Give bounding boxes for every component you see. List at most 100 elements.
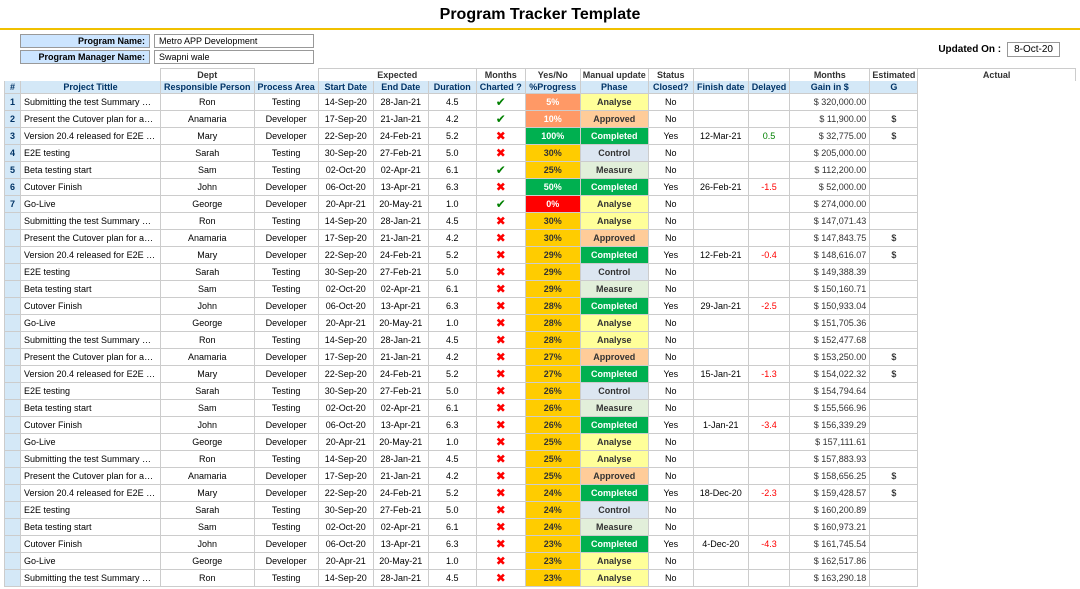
row-duration: 1.0: [428, 315, 476, 332]
row-num: [5, 468, 21, 485]
manager-label: Program Manager Name:: [20, 50, 150, 64]
row-end: 13-Apr-21: [373, 417, 428, 434]
row-num: [5, 434, 21, 451]
row-gain: $ 154,794.64: [790, 383, 870, 400]
row-title: Go-Live: [21, 315, 161, 332]
row-num: [5, 332, 21, 349]
row-charted: ✖: [476, 264, 525, 281]
col-group-row: Dept Expected Months Yes/No Manual updat…: [5, 69, 1076, 82]
row-gain: $ 149,388.39: [790, 264, 870, 281]
row-title: Beta testing start: [21, 519, 161, 536]
row-charted: ✖: [476, 451, 525, 468]
row-title: E2E testing: [21, 502, 161, 519]
row-finish: [693, 162, 748, 179]
row-end: 13-Apr-21: [373, 179, 428, 196]
row-phase: Completed: [580, 366, 648, 383]
row-charted: ✖: [476, 145, 525, 162]
row-area: Developer: [254, 128, 318, 145]
row-progress: 25%: [525, 451, 580, 468]
row-title: Go-Live: [21, 434, 161, 451]
row-num: 4: [5, 145, 21, 162]
row-person: Ron: [161, 570, 255, 587]
row-start: 30-Sep-20: [318, 145, 373, 162]
row-person: Anamaria: [161, 349, 255, 366]
row-start: 17-Sep-20: [318, 468, 373, 485]
row-progress: 100%: [525, 128, 580, 145]
row-start: 22-Sep-20: [318, 128, 373, 145]
row-person: Ron: [161, 332, 255, 349]
row-start: 06-Oct-20: [318, 298, 373, 315]
row-g: [870, 332, 918, 349]
row-duration: 5.0: [428, 145, 476, 162]
row-title: Beta testing start: [21, 162, 161, 179]
row-end: 20-May-21: [373, 196, 428, 213]
row-start: 20-Apr-21: [318, 315, 373, 332]
row-area: Testing: [254, 502, 318, 519]
row-duration: 5.0: [428, 383, 476, 400]
row-area: Testing: [254, 264, 318, 281]
row-gain: $ 32,775.00: [790, 128, 870, 145]
row-person: John: [161, 417, 255, 434]
row-title: Version 20.4 released for E2E (End to En…: [21, 485, 161, 502]
row-title: E2E testing: [21, 383, 161, 400]
row-phase: Completed: [580, 179, 648, 196]
row-gain: $ 154,022.32: [790, 366, 870, 383]
row-g: [870, 383, 918, 400]
row-person: Sam: [161, 400, 255, 417]
row-duration: 4.5: [428, 94, 476, 111]
updated-section: Updated On : 8-Oct-20: [938, 42, 1060, 57]
row-phase: Measure: [580, 281, 648, 298]
table-row: Beta testing startSamTesting02-Oct-2002-…: [5, 519, 1076, 536]
row-finish: [693, 553, 748, 570]
row-progress: 26%: [525, 383, 580, 400]
row-gain: $ 112,200.00: [790, 162, 870, 179]
row-gain: $ 148,616.07: [790, 247, 870, 264]
row-num: [5, 519, 21, 536]
row-start: 20-Apr-21: [318, 196, 373, 213]
row-phase: Completed: [580, 128, 648, 145]
row-closed: No: [648, 281, 693, 298]
row-progress: 28%: [525, 332, 580, 349]
row-start: 06-Oct-20: [318, 179, 373, 196]
row-gain: $ 155,566.96: [790, 400, 870, 417]
row-finish: [693, 468, 748, 485]
row-phase: Analyse: [580, 332, 648, 349]
row-finish: 29-Jan-21: [693, 298, 748, 315]
row-closed: Yes: [648, 417, 693, 434]
row-finish: [693, 519, 748, 536]
row-g: [870, 451, 918, 468]
group-manual: Manual update: [580, 69, 648, 82]
row-charted: ✖: [476, 553, 525, 570]
row-area: Testing: [254, 213, 318, 230]
row-phase: Control: [580, 383, 648, 400]
row-closed: No: [648, 162, 693, 179]
row-gain: $ 160,973.21: [790, 519, 870, 536]
row-delayed: [748, 553, 790, 570]
row-start: 02-Oct-20: [318, 519, 373, 536]
table-row: E2E testingSarahTesting30-Sep-2027-Feb-2…: [5, 502, 1076, 519]
col-start: Start Date: [318, 81, 373, 94]
row-num: [5, 400, 21, 417]
row-title: Submitting the test Summary Report: [21, 570, 161, 587]
row-g: $: [870, 247, 918, 264]
col-finish: Finish date: [693, 81, 748, 94]
row-person: Sam: [161, 162, 255, 179]
row-g: [870, 179, 918, 196]
row-person: John: [161, 536, 255, 553]
row-phase: Analyse: [580, 213, 648, 230]
row-phase: Analyse: [580, 315, 648, 332]
row-closed: No: [648, 434, 693, 451]
row-progress: 29%: [525, 281, 580, 298]
col-phase: Phase: [580, 81, 648, 94]
row-phase: Control: [580, 502, 648, 519]
row-duration: 5.2: [428, 128, 476, 145]
row-num: [5, 536, 21, 553]
row-area: Developer: [254, 349, 318, 366]
row-g: [870, 502, 918, 519]
row-charted: ✔: [476, 94, 525, 111]
row-delayed: [748, 451, 790, 468]
row-progress: 28%: [525, 315, 580, 332]
table-row: 4E2E testingSarahTesting30-Sep-2027-Feb-…: [5, 145, 1076, 162]
row-duration: 4.5: [428, 213, 476, 230]
row-progress: 23%: [525, 536, 580, 553]
